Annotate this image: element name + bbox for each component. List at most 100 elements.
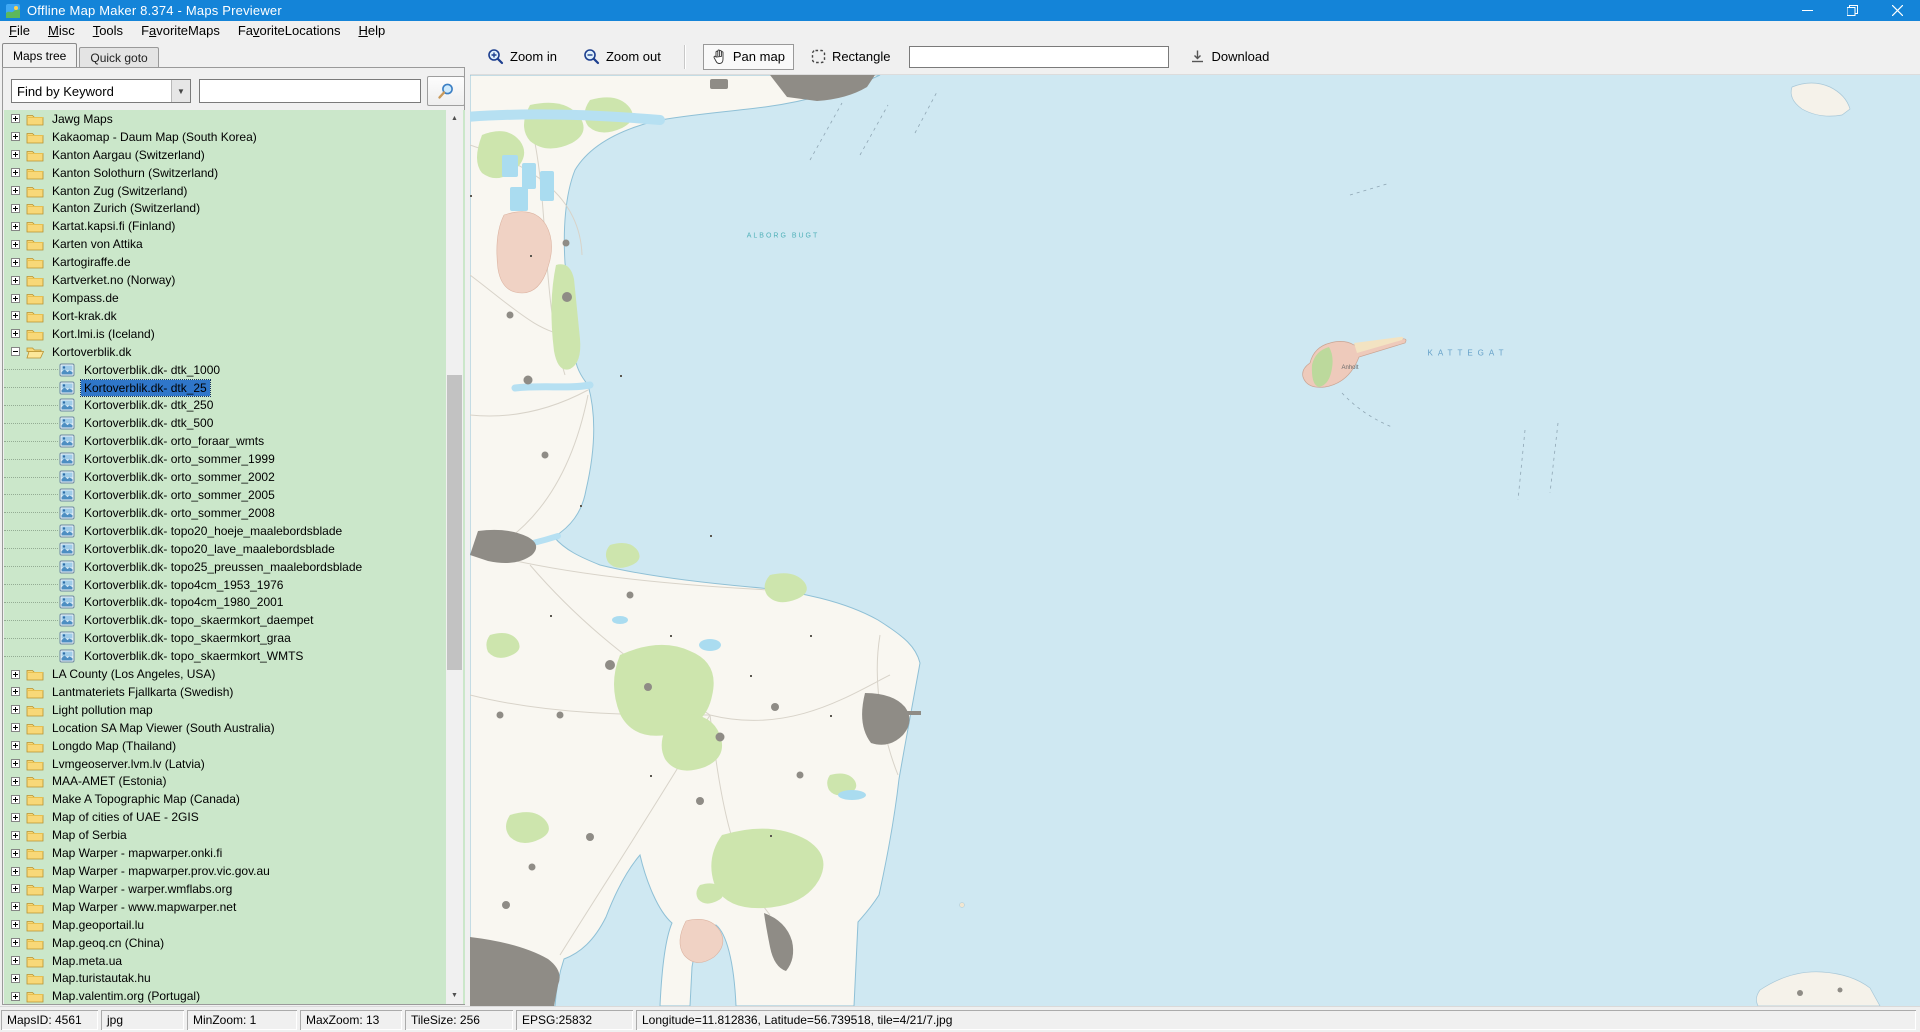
tree-item-label[interactable]: Kanton Aargau (Switzerland): [49, 147, 208, 163]
tree-item-label[interactable]: Kortoverblik.dk: [49, 344, 134, 360]
tree-item-label[interactable]: Karten von Attika: [49, 236, 146, 252]
tree-item[interactable]: Make A Topographic Map (Canada): [4, 790, 465, 808]
tree-item-label[interactable]: Kortoverblik.dk- dtk_500: [81, 415, 216, 431]
tree-item[interactable]: Kort.lmi.is (Iceland): [4, 325, 465, 343]
tree-item-label[interactable]: Kortoverblik.dk- topo4cm_1980_2001: [81, 594, 286, 610]
expand-plus-icon[interactable]: [11, 132, 20, 141]
tree-item[interactable]: Kortoverblik.dk- orto_foraar_wmts: [4, 432, 465, 450]
menu-help[interactable]: Help: [349, 22, 394, 39]
expand-plus-icon[interactable]: [11, 884, 20, 893]
pan-map-toggle[interactable]: Pan map: [703, 44, 794, 70]
tree-item[interactable]: Map Warper - mapwarper.prov.vic.gov.au: [4, 862, 465, 880]
tree-item-label[interactable]: Kortoverblik.dk- orto_sommer_1999: [81, 451, 278, 467]
tree-item[interactable]: Kartat.kapsi.fi (Finland): [4, 217, 465, 235]
menu-tools[interactable]: Tools: [84, 22, 132, 39]
find-mode-select[interactable]: Find by Keyword ▼: [11, 79, 191, 103]
tree-item[interactable]: Jawg Maps: [4, 110, 465, 128]
tree-item-label[interactable]: Map.meta.ua: [49, 953, 125, 969]
tree-item[interactable]: Map.turistautak.hu: [4, 970, 465, 988]
tree-item-label[interactable]: Kanton Zug (Switzerland): [49, 183, 190, 199]
tree-item[interactable]: Kanton Zug (Switzerland): [4, 182, 465, 200]
toolbar-input[interactable]: [909, 46, 1169, 68]
tree-item[interactable]: Map.geoq.cn (China): [4, 934, 465, 952]
expand-plus-icon[interactable]: [11, 902, 20, 911]
tree-item-label[interactable]: Kortoverblik.dk- dtk_25: [81, 380, 210, 396]
tree-item-label[interactable]: Map Warper - mapwarper.onki.fi: [49, 845, 225, 861]
tree-item[interactable]: Kompass.de: [4, 289, 465, 307]
tree-item[interactable]: LA County (Los Angeles, USA): [4, 665, 465, 683]
tree-item[interactable]: Kartogiraffe.de: [4, 253, 465, 271]
tree-item-label[interactable]: Map.geoportail.lu: [49, 917, 147, 933]
tree-item[interactable]: Kanton Zurich (Switzerland): [4, 200, 465, 218]
scroll-up-icon[interactable]: ▲: [446, 110, 463, 127]
search-input[interactable]: [199, 79, 421, 103]
tree-item-label[interactable]: Kortoverblik.dk- orto_sommer_2008: [81, 505, 278, 521]
tree-item-label[interactable]: Kortoverblik.dk- topo20_lave_maalebordsb…: [81, 541, 338, 557]
tree-item-label[interactable]: Map Warper - warper.wmflabs.org: [49, 881, 235, 897]
tree-item-label[interactable]: Kortoverblik.dk- topo20_hoeje_maalebords…: [81, 523, 345, 539]
tree-item-label[interactable]: Light pollution map: [49, 702, 156, 718]
tree-item-label[interactable]: Lvmgeoserver.lvm.lv (Latvia): [49, 756, 208, 772]
tree-item-label[interactable]: Kortoverblik.dk- dtk_1000: [81, 362, 223, 378]
expand-plus-icon[interactable]: [11, 114, 20, 123]
tree-item-label[interactable]: LA County (Los Angeles, USA): [49, 666, 218, 682]
tree-item-label[interactable]: Map Warper - www.mapwarper.net: [49, 899, 239, 915]
tree-item[interactable]: Kartverket.no (Norway): [4, 271, 465, 289]
search-button[interactable]: [427, 76, 465, 106]
expand-plus-icon[interactable]: [11, 723, 20, 732]
tree-item[interactable]: Kort-krak.dk: [4, 307, 465, 325]
menu-file[interactable]: File: [0, 22, 39, 39]
tree-item[interactable]: Kanton Solothurn (Switzerland): [4, 164, 465, 182]
expand-plus-icon[interactable]: [11, 705, 20, 714]
menu-misc[interactable]: Misc: [39, 22, 84, 39]
tree-item[interactable]: Kanton Aargau (Switzerland): [4, 146, 465, 164]
tree-item-label[interactable]: Kartat.kapsi.fi (Finland): [49, 218, 178, 234]
expand-plus-icon[interactable]: [11, 204, 20, 213]
tree-item[interactable]: Kortoverblik.dk: [4, 343, 465, 361]
tree-item[interactable]: Kortoverblik.dk- orto_sommer_1999: [4, 450, 465, 468]
tree-item-label[interactable]: Location SA Map Viewer (South Australia): [49, 720, 278, 736]
tree-item[interactable]: Kortoverblik.dk- topo25_preussen_maalebo…: [4, 558, 465, 576]
tree-item-label[interactable]: Jawg Maps: [49, 111, 116, 127]
expand-plus-icon[interactable]: [11, 920, 20, 929]
tree-item[interactable]: Lvmgeoserver.lvm.lv (Latvia): [4, 755, 465, 773]
tree-item-label[interactable]: Kortoverblik.dk- topo_skaermkort_daempet: [81, 612, 316, 628]
tree-item-label[interactable]: Kort.lmi.is (Iceland): [49, 326, 158, 342]
expand-plus-icon[interactable]: [11, 150, 20, 159]
tree-item-label[interactable]: Kanton Solothurn (Switzerland): [49, 165, 221, 181]
expand-plus-icon[interactable]: [11, 759, 20, 768]
minimize-button[interactable]: [1785, 0, 1830, 21]
tree-item[interactable]: MAA-AMET (Estonia): [4, 773, 465, 791]
tree-item-label[interactable]: Kortoverblik.dk- topo_skaermkort_graa: [81, 630, 294, 646]
tree-item-label[interactable]: Make A Topographic Map (Canada): [49, 791, 243, 807]
tree-item-label[interactable]: Map.valentim.org (Portugal): [49, 988, 203, 1004]
tree-item-label[interactable]: Kortoverblik.dk- dtk_250: [81, 397, 216, 413]
expand-plus-icon[interactable]: [11, 956, 20, 965]
tree-item-label[interactable]: Map.geoq.cn (China): [49, 935, 167, 951]
tree-item-label[interactable]: Map of Serbia: [49, 827, 130, 843]
tree-item[interactable]: Kortoverblik.dk- dtk_250: [4, 397, 465, 415]
tree-item[interactable]: Kortoverblik.dk- orto_sommer_2002: [4, 468, 465, 486]
tree-item[interactable]: Kortoverblik.dk- topo20_lave_maalebordsb…: [4, 540, 465, 558]
expand-plus-icon[interactable]: [11, 687, 20, 696]
tree-item-label[interactable]: Map.turistautak.hu: [49, 970, 154, 986]
expand-plus-icon[interactable]: [11, 222, 20, 231]
tree-item-label[interactable]: Kortoverblik.dk- topo_skaermkort_WMTS: [81, 648, 306, 664]
tree-item-label[interactable]: Map Warper - mapwarper.prov.vic.gov.au: [49, 863, 273, 879]
tree-item-label[interactable]: Kortoverblik.dk- orto_foraar_wmts: [81, 433, 267, 449]
tree-item-label[interactable]: Kortoverblik.dk- orto_sommer_2002: [81, 469, 278, 485]
tree-item[interactable]: Kortoverblik.dk- orto_sommer_2005: [4, 486, 465, 504]
tree-item[interactable]: Kortoverblik.dk- topo_skaermkort_daempet: [4, 611, 465, 629]
tree-item[interactable]: Kortoverblik.dk- dtk_1000: [4, 361, 465, 379]
expand-plus-icon[interactable]: [11, 276, 20, 285]
tree-item[interactable]: Longdo Map (Thailand): [4, 737, 465, 755]
tree-item-label[interactable]: MAA-AMET (Estonia): [49, 773, 169, 789]
tree-item[interactable]: Kortoverblik.dk- dtk_500: [4, 414, 465, 432]
tree-item[interactable]: Map.meta.ua: [4, 952, 465, 970]
tree-item-label[interactable]: Map of cities of UAE - 2GIS: [49, 809, 202, 825]
chevron-down-icon[interactable]: ▼: [171, 80, 190, 102]
tree-item-label[interactable]: Kartogiraffe.de: [49, 254, 134, 270]
tree-item-label[interactable]: Kortoverblik.dk- topo25_preussen_maalebo…: [81, 559, 365, 575]
close-button[interactable]: [1875, 0, 1920, 21]
tree-item-label[interactable]: Kortoverblik.dk- orto_sommer_2005: [81, 487, 278, 503]
